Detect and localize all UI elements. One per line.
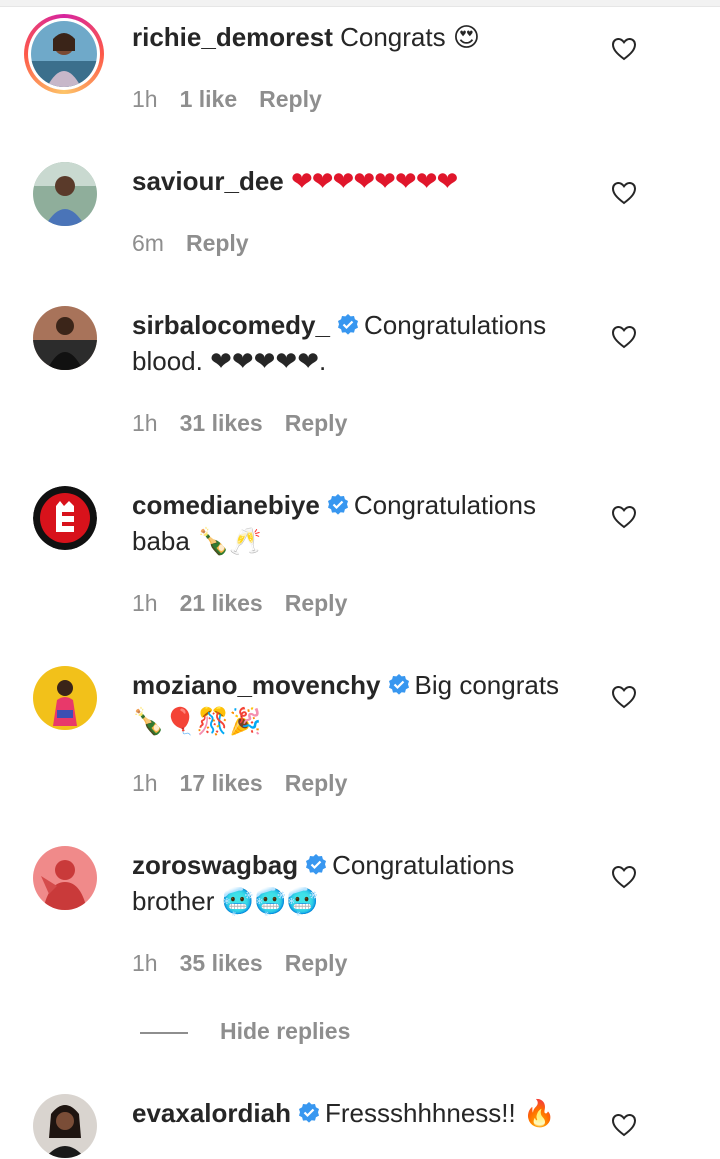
heart-outline-icon[interactable]: [611, 37, 637, 61]
verified-badge-icon: [327, 494, 348, 515]
comment-time: 1h: [132, 770, 158, 796]
comment-time: 1h: [132, 86, 158, 112]
verified-badge-icon: [388, 674, 409, 695]
reply-button[interactable]: Reply: [285, 770, 348, 796]
comment-text: Congrats 😍: [340, 22, 480, 52]
reply-button[interactable]: Reply: [285, 410, 348, 436]
comment-meta: 1h 17 likes Reply: [132, 770, 369, 797]
heart-outline-icon[interactable]: [611, 865, 637, 889]
heart-outline-icon[interactable]: [611, 685, 637, 709]
replies-divider: [140, 1032, 188, 1034]
avatar[interactable]: [33, 486, 97, 550]
heart-outline-icon[interactable]: [611, 505, 637, 529]
like-count[interactable]: 31 likes: [180, 410, 263, 436]
username[interactable]: zoroswagbag: [132, 850, 298, 880]
comment-meta: 1h 1 like Reply: [132, 86, 344, 113]
comment-meta: 1h 21 likes Reply: [132, 590, 369, 617]
avatar: [31, 21, 97, 87]
username[interactable]: comedianebiye: [132, 490, 320, 520]
comment-text: Fressshhhness!! 🔥: [324, 1098, 556, 1128]
like-count[interactable]: 1 like: [180, 86, 238, 112]
avatar[interactable]: [33, 162, 97, 226]
avatar[interactable]: [33, 1094, 97, 1158]
hide-replies-label: Hide replies: [220, 1018, 351, 1044]
username[interactable]: richie_demorest: [132, 22, 333, 52]
like-count[interactable]: 35 likes: [180, 950, 263, 976]
reply-button[interactable]: Reply: [285, 590, 348, 616]
heart-outline-icon[interactable]: [611, 1113, 637, 1137]
verified-badge-icon: [337, 314, 358, 335]
username[interactable]: evaxalordiah: [132, 1098, 291, 1128]
comment-time: 6m: [132, 230, 164, 256]
verified-badge-icon: [306, 854, 327, 875]
username[interactable]: moziano_movenchy: [132, 670, 381, 700]
heart-outline-icon[interactable]: [611, 181, 637, 205]
avatar[interactable]: [33, 846, 97, 910]
reply-button[interactable]: Reply: [186, 230, 249, 256]
like-count[interactable]: 21 likes: [180, 590, 263, 616]
comment-time: 1h: [132, 590, 158, 616]
comment-time: 1h: [132, 410, 158, 436]
top-divider: [0, 0, 720, 7]
comment-time: 1h: [132, 950, 158, 976]
avatar[interactable]: [33, 306, 97, 370]
comment-text: ❤❤❤❤❤❤❤❤: [290, 166, 458, 196]
reply-button[interactable]: Reply: [285, 950, 348, 976]
comment-meta: 1h 31 likes Reply: [132, 410, 369, 437]
username[interactable]: saviour_dee: [132, 166, 284, 196]
heart-outline-icon[interactable]: [611, 325, 637, 349]
comment-meta: 6m Reply: [132, 230, 271, 257]
avatar[interactable]: [33, 666, 97, 730]
reply-button[interactable]: Reply: [259, 86, 322, 112]
avatar-story-ring[interactable]: [24, 14, 104, 94]
username[interactable]: sirbalocomedy_: [132, 310, 330, 340]
comment-meta: 1h 35 likes Reply: [132, 950, 369, 977]
verified-badge-icon: [298, 1102, 319, 1123]
like-count[interactable]: 17 likes: [180, 770, 263, 796]
